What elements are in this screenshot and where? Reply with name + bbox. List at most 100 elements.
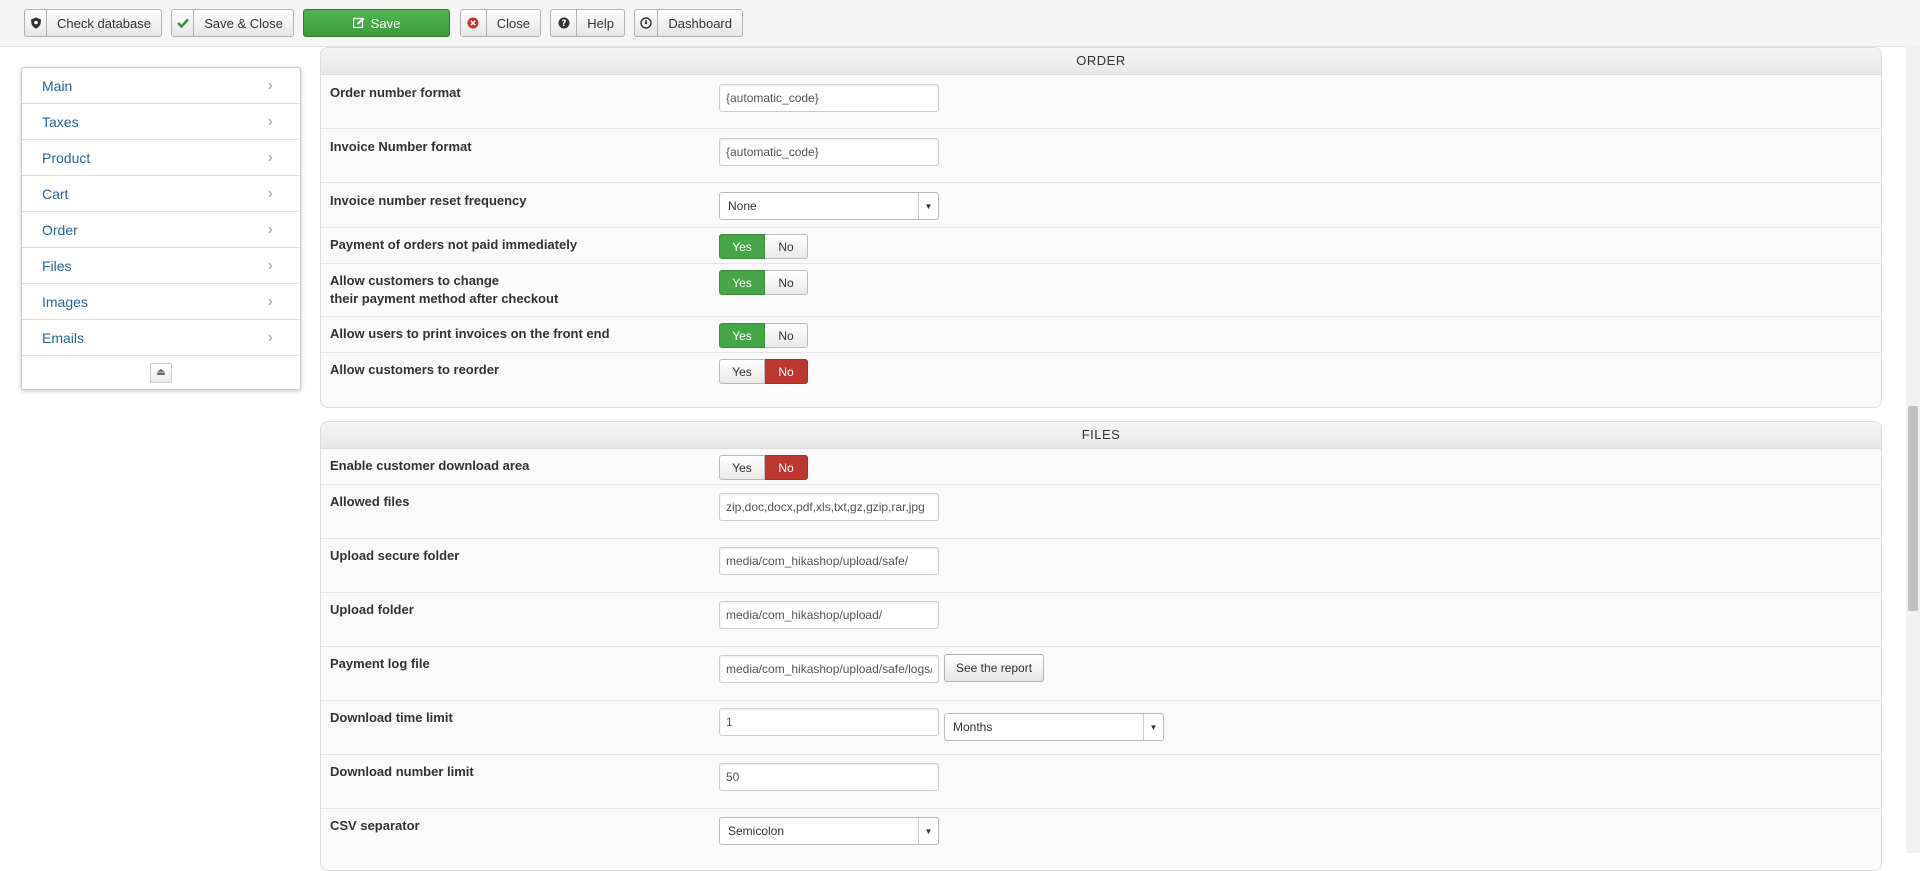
chevron-right-icon: › xyxy=(267,148,273,166)
label-line-2: their payment method after checkout xyxy=(330,291,559,306)
field-label: Payment log file xyxy=(330,656,430,671)
check-icon xyxy=(172,10,195,36)
upload-folder-row: Upload folder xyxy=(321,593,1881,647)
csv-separator-select[interactable]: Semicolon ▼ xyxy=(719,817,939,845)
order-fieldset: ORDER Order number format Invoice Number… xyxy=(320,47,1882,408)
page-scrollbar[interactable] xyxy=(1906,46,1920,853)
invoice-number-format-input[interactable] xyxy=(719,138,939,166)
download-number-input[interactable] xyxy=(719,763,939,791)
close-label: Close xyxy=(496,15,530,31)
files-fieldset: FILES Enable customer download area Yes … xyxy=(320,421,1882,871)
download-number-row: Download number limit xyxy=(321,755,1881,809)
question-icon: ? xyxy=(551,10,578,36)
save-label: Save xyxy=(370,15,401,31)
print-invoices-row: Allow users to print invoices on the fro… xyxy=(321,317,1881,353)
check-database-button[interactable]: Check database xyxy=(24,9,162,37)
field-label: Download time limit xyxy=(330,710,453,725)
invoice-reset-row: Invoice number reset frequency None ▼ xyxy=(321,183,1881,228)
chevron-right-icon: › xyxy=(267,184,273,202)
caret-down-icon: ▼ xyxy=(918,818,938,844)
field-label: Allow users to print invoices on the fro… xyxy=(330,326,610,341)
no-option[interactable]: No xyxy=(765,323,808,348)
select-value: None xyxy=(728,199,757,213)
sidebar-item-emails[interactable]: Emails › xyxy=(22,320,300,356)
sidebar-item-label: Images xyxy=(42,293,88,310)
sidebar-item-label: Main xyxy=(42,77,73,94)
sidebar-item-label: Order xyxy=(42,221,78,238)
caret-down-icon: ▼ xyxy=(1143,714,1163,740)
eject-icon: ⏏ xyxy=(156,367,166,378)
payment-log-row: Payment log file See the report xyxy=(321,647,1881,701)
sidebar-item-label: Files xyxy=(42,257,72,274)
order-number-format-input[interactable] xyxy=(719,84,939,112)
save-close-button[interactable]: Save & Close xyxy=(171,9,294,37)
yes-option[interactable]: Yes xyxy=(719,270,765,295)
yes-option[interactable]: Yes xyxy=(719,323,765,348)
yes-option[interactable]: Yes xyxy=(719,359,765,384)
see-report-button[interactable]: See the report xyxy=(944,654,1045,682)
upload-folder-input[interactable] xyxy=(719,601,939,629)
download-time-row: Download time limit Months ▼ xyxy=(321,701,1881,755)
download-time-unit-select[interactable]: Months ▼ xyxy=(944,713,1164,741)
sidebar-item-order[interactable]: Order › xyxy=(22,212,300,248)
dashboard-button[interactable]: Dashboard xyxy=(634,9,743,37)
svg-text:?: ? xyxy=(561,19,566,29)
scrollbar-thumb[interactable] xyxy=(1908,406,1918,611)
caret-down-icon: ▼ xyxy=(918,193,938,219)
field-label: Allow customers to change their payment … xyxy=(330,272,558,308)
field-label: Enable customer download area xyxy=(330,458,530,473)
field-label: CSV separator xyxy=(330,818,420,833)
invoice-number-format-row: Invoice Number format xyxy=(321,129,1881,183)
chevron-right-icon: › xyxy=(267,220,273,238)
sidebar-item-taxes[interactable]: Taxes › xyxy=(22,104,300,140)
field-label: Upload secure folder xyxy=(330,548,460,563)
sidebar-item-main[interactable]: Main › xyxy=(22,68,300,104)
field-label: Order number format xyxy=(330,85,461,100)
field-label: Invoice Number format xyxy=(330,139,472,154)
payment-not-paid-toggle: Yes No xyxy=(719,234,808,259)
csv-separator-row: CSV separator Semicolon ▼ xyxy=(321,809,1881,865)
edit-icon xyxy=(352,10,365,36)
sidebar-item-product[interactable]: Product › xyxy=(22,140,300,176)
download-time-input[interactable] xyxy=(719,708,939,736)
download-area-row: Enable customer download area Yes No xyxy=(321,449,1881,485)
no-option[interactable]: No xyxy=(765,234,808,259)
allowed-files-input[interactable] xyxy=(719,493,939,521)
select-value: Months xyxy=(953,720,993,734)
yes-option[interactable]: Yes xyxy=(719,455,765,480)
sidebar-item-files[interactable]: Files › xyxy=(22,248,300,284)
help-button[interactable]: ? Help xyxy=(550,9,625,37)
no-option[interactable]: No xyxy=(765,270,808,295)
no-option[interactable]: No xyxy=(765,359,808,384)
chevron-right-icon: › xyxy=(267,256,273,274)
dashboard-icon xyxy=(635,10,659,36)
field-label: Payment of orders not paid immediately xyxy=(330,237,578,252)
change-payment-toggle: Yes No xyxy=(719,270,808,295)
upload-secure-folder-row: Upload secure folder xyxy=(321,539,1881,593)
no-option[interactable]: No xyxy=(765,455,808,480)
sidebar-item-images[interactable]: Images › xyxy=(22,284,300,320)
invoice-reset-select[interactable]: None ▼ xyxy=(719,192,939,220)
fieldset-title: ORDER xyxy=(321,48,1881,75)
chevron-right-icon: › xyxy=(267,292,273,310)
order-number-format-row: Order number format xyxy=(321,75,1881,129)
save-button[interactable]: Save xyxy=(303,9,450,37)
sidebar-nav: Main › Taxes › Product › Cart › Order › … xyxy=(21,67,301,390)
chevron-right-icon: › xyxy=(267,328,273,346)
help-label: Help xyxy=(587,15,614,31)
sidebar-item-label: Cart xyxy=(42,185,69,202)
upload-secure-folder-input[interactable] xyxy=(719,547,939,575)
close-circle-icon xyxy=(461,10,487,36)
collapse-sidebar-button[interactable]: ⏏ xyxy=(150,362,172,383)
payment-not-paid-row: Payment of orders not paid immediately Y… xyxy=(321,228,1881,264)
sidebar-item-cart[interactable]: Cart › xyxy=(22,176,300,212)
yes-option[interactable]: Yes xyxy=(719,234,765,259)
field-label: Upload folder xyxy=(330,602,414,617)
payment-log-input[interactable] xyxy=(719,655,939,683)
save-close-label: Save & Close xyxy=(204,15,283,31)
sidebar-item-label: Emails xyxy=(42,329,85,346)
print-invoices-toggle: Yes No xyxy=(719,323,808,348)
label-line-1: Allow customers to change xyxy=(330,273,500,288)
close-button[interactable]: Close xyxy=(460,9,541,37)
chevron-right-icon: › xyxy=(267,76,273,94)
